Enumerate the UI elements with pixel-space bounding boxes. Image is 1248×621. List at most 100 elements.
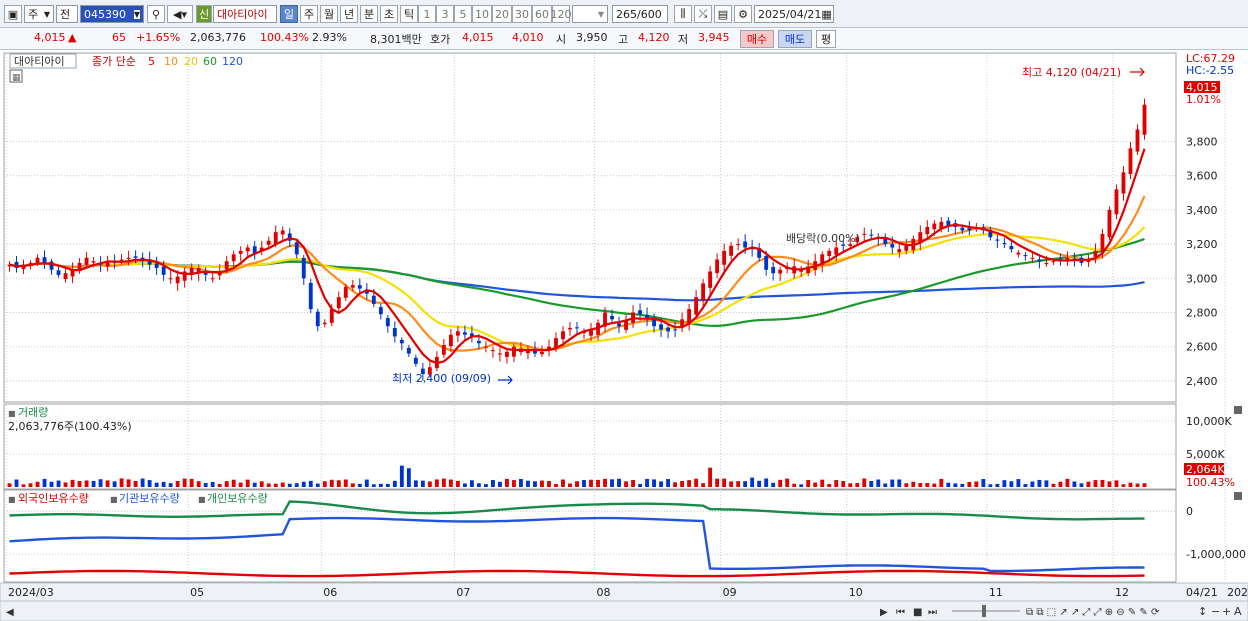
- low-label: 저: [678, 33, 689, 46]
- buy-button[interactable]: 매수: [740, 30, 774, 48]
- add-icon[interactable]: +: [1222, 605, 1231, 618]
- candle-body: [512, 346, 516, 357]
- volume-bar: [911, 481, 916, 487]
- volume-bar: [35, 481, 40, 487]
- candle-body: [343, 286, 348, 298]
- count-input[interactable]: 265/600: [612, 5, 668, 23]
- tool-icons[interactable]: ⧉ ⧉ ⬚ ↗ ↗ ⤢ ⤢ ⊕ ⊖ ✎ ✎ ⟳: [1026, 607, 1160, 618]
- volume-bar: [217, 483, 222, 487]
- price-pane[interactable]: [3, 52, 1177, 403]
- candle-body: [561, 331, 565, 340]
- date-value: 2025/04/21: [758, 7, 822, 21]
- candle-icon[interactable]: ⫼: [674, 5, 692, 23]
- chart-area[interactable]: 2,400 2,600 2,800 3,000 3,200 3,400 3,600 3,800…: [0, 50, 1248, 621]
- close-pane-icon[interactable]: [1234, 406, 1242, 414]
- volume-bar: [231, 479, 236, 487]
- volume-bar: [722, 478, 727, 487]
- buy-label: 매수: [746, 33, 768, 46]
- holdings-axis: 0 -1,000,000: [1186, 505, 1246, 561]
- volume-bar: [666, 479, 671, 487]
- x-tick-label: 07: [456, 586, 470, 599]
- scroll-right-icon[interactable]: ▶: [880, 607, 888, 618]
- candle-body: [315, 311, 320, 327]
- interval-label: 120: [550, 7, 572, 21]
- volume-bar: [771, 482, 776, 487]
- volume-bar: [925, 483, 930, 487]
- y-tick-label: 2,800: [1186, 307, 1218, 320]
- tab-label: 일: [283, 8, 295, 21]
- candle-body: [1142, 104, 1147, 135]
- volume-bar: [14, 479, 19, 487]
- tab-period-year[interactable]: 년: [340, 5, 358, 23]
- tab-period-month[interactable]: 월: [320, 5, 338, 23]
- interval-30[interactable]: 30: [512, 5, 532, 23]
- date-input[interactable]: 2025/04/21 ▦: [754, 5, 834, 23]
- close-pane-icon[interactable]: [1234, 492, 1242, 500]
- font-icon[interactable]: A: [1234, 605, 1242, 618]
- sell-button[interactable]: 매도: [778, 30, 812, 48]
- interval-20[interactable]: 20: [492, 5, 512, 23]
- volume-bar: [554, 483, 558, 487]
- volume-bar: [462, 483, 467, 487]
- zoom-out-icon[interactable]: −: [1211, 605, 1220, 618]
- interval-120[interactable]: 120: [550, 5, 572, 23]
- volume-bar: [1093, 480, 1098, 487]
- candle-body: [63, 273, 68, 280]
- candle-body: [694, 297, 699, 315]
- interval-60[interactable]: 60: [532, 5, 552, 23]
- scroll-left-icon[interactable]: ◀: [6, 607, 14, 618]
- candle-body: [638, 310, 642, 315]
- zoom-in-icon[interactable]: ↕: [1198, 605, 1207, 618]
- tab-period-tick[interactable]: 틱: [400, 5, 418, 23]
- volume-bar: [189, 478, 194, 487]
- zoom-slider-thumb[interactable]: [982, 605, 986, 617]
- candle-body: [231, 254, 236, 262]
- speaker-icon[interactable]: ◀▾: [167, 5, 193, 23]
- stop-icon[interactable]: ■: [913, 607, 922, 618]
- candle-body: [834, 247, 839, 255]
- candle-body: [441, 344, 446, 355]
- save-icon[interactable]: ▤: [714, 5, 732, 23]
- tab-label: 주: [303, 8, 315, 21]
- volume-bar: [140, 478, 145, 487]
- x-tick-label: 12: [1115, 586, 1129, 599]
- tab-period-day[interactable]: 일: [280, 5, 298, 23]
- tab-period-second[interactable]: 초: [380, 5, 398, 23]
- interval-3[interactable]: 3: [436, 5, 454, 23]
- window-icon[interactable]: ▣: [4, 5, 22, 23]
- up-arrow-icon: ▲: [68, 31, 77, 44]
- interval-1[interactable]: 1: [418, 5, 436, 23]
- candle-body: [1044, 262, 1049, 265]
- crosshair-icon[interactable]: ⤯: [694, 5, 712, 23]
- market-select[interactable]: 주 ▼: [24, 5, 54, 23]
- candle-body: [967, 228, 972, 231]
- search-icon[interactable]: ⚲: [147, 5, 165, 23]
- eval-button[interactable]: 평: [816, 30, 836, 48]
- volume-bar: [701, 483, 706, 487]
- x-tick-label: 2025/01: [1227, 586, 1248, 599]
- tab-period-week[interactable]: 주: [300, 5, 318, 23]
- gear-icon[interactable]: ⚙: [734, 5, 752, 23]
- volume-bar: [1065, 478, 1070, 487]
- volume-pane[interactable]: [3, 403, 1177, 490]
- interval-5[interactable]: 5: [454, 5, 472, 23]
- stock-name[interactable]: 대아티아이: [213, 5, 277, 23]
- volume-bar: [687, 480, 692, 487]
- period-prefix[interactable]: 전: [56, 5, 78, 23]
- tab-period-minute[interactable]: 분: [360, 5, 378, 23]
- legend-ma10: 10: [164, 55, 178, 68]
- x-tick-label: 08: [597, 586, 611, 599]
- legend-ma120: 120: [222, 55, 243, 68]
- custom-interval[interactable]: ▼: [572, 5, 608, 23]
- interval-10[interactable]: 10: [472, 5, 492, 23]
- code-input[interactable]: 045390 ▼: [80, 5, 144, 23]
- fast-forward-icon[interactable]: ⏭: [928, 607, 937, 618]
- volume: 2,063,776: [190, 31, 246, 44]
- rewind-icon[interactable]: ⏮: [896, 607, 905, 618]
- volume-bar: [519, 478, 523, 487]
- candle-body: [413, 357, 418, 364]
- volume-bar: [28, 483, 33, 487]
- volume-bar: [84, 480, 89, 487]
- candle-body: [666, 327, 671, 332]
- candle-body: [84, 257, 89, 265]
